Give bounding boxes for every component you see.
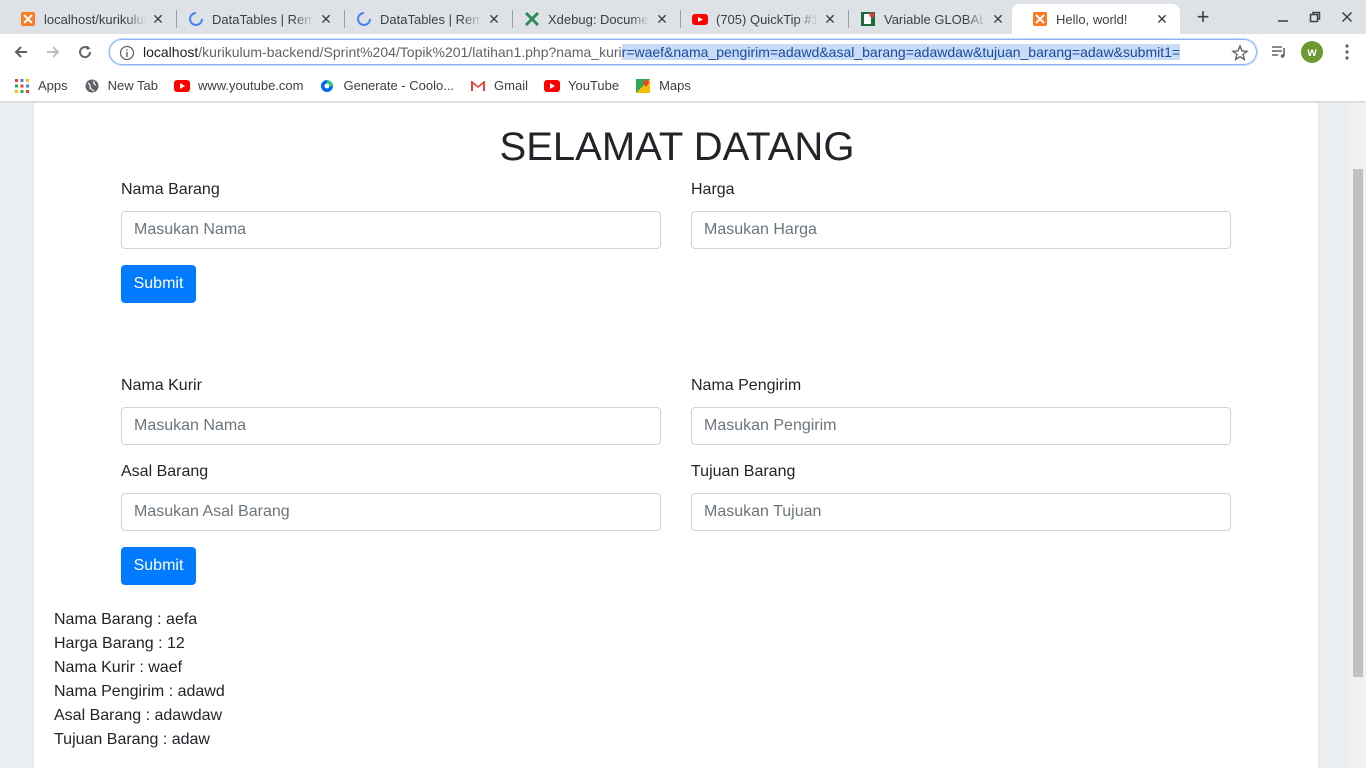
- coolors-icon: [319, 78, 335, 94]
- tab-title: Variable GLOBAL: [884, 11, 986, 27]
- tab-datatables-2[interactable]: DataTables | Remove ✕: [336, 4, 512, 34]
- apps-grid-icon: [14, 78, 30, 94]
- xdebug-icon: [524, 11, 540, 27]
- maps-icon: [635, 78, 651, 94]
- url-host: localhost: [143, 44, 199, 60]
- bookmark-label: Gmail: [494, 78, 528, 93]
- xampp-icon: [20, 11, 36, 27]
- scrollbar-thumb[interactable]: [1353, 169, 1363, 677]
- bookmark-label: YouTube: [568, 78, 620, 93]
- harga-label: Harga: [691, 181, 735, 198]
- results-output: Nama Barang : aefa Harga Barang : 12 Nam…: [54, 608, 225, 752]
- bookmark-label: New Tab: [107, 78, 158, 93]
- result-line: Asal Barang : adawdaw: [54, 707, 223, 724]
- minimize-icon[interactable]: [1268, 6, 1298, 28]
- tab-title: DataTables | Remove: [212, 11, 314, 27]
- tujuan-barang-input[interactable]: [691, 493, 1231, 531]
- tab-strip: localhost/kurikulum ✕ DataTables | Remov…: [0, 0, 1366, 34]
- nama-barang-input[interactable]: [121, 211, 661, 249]
- submit-button-1[interactable]: Submit: [121, 265, 196, 303]
- tab-variable-global[interactable]: Variable GLOBAL ✕: [840, 4, 1016, 34]
- gmail-icon: [470, 78, 486, 94]
- tab-localhost-kurikulum[interactable]: localhost/kurikulum ✕: [0, 4, 176, 34]
- bookmark-label: www.youtube.com: [197, 78, 304, 93]
- google-loading-icon: [356, 11, 372, 27]
- back-icon[interactable]: [8, 39, 34, 65]
- bookmark-label: Maps: [659, 78, 691, 93]
- tab-datatables-1[interactable]: DataTables | Remove ✕: [168, 4, 344, 34]
- url-text[interactable]: localhost/kurikulum-backend/Sprint%204/T…: [143, 44, 1181, 60]
- page-title: SELAMAT DATANG: [499, 125, 855, 169]
- tab-title: localhost/kurikulum: [44, 11, 146, 27]
- asal-barang-label: Asal Barang: [121, 463, 209, 480]
- tab-title: Xdebug: Documentation: [548, 11, 650, 27]
- close-icon[interactable]: ✕: [822, 11, 838, 27]
- new-tab-button[interactable]: +: [1190, 6, 1216, 29]
- window-close-icon[interactable]: [1332, 6, 1362, 28]
- result-line: Nama Barang : aefa: [54, 611, 198, 628]
- tujuan-barang-label: Tujuan Barang: [691, 463, 796, 480]
- bookmark-site-icon: [860, 11, 876, 27]
- tab-xdebug[interactable]: Xdebug: Documentation ✕: [504, 4, 680, 34]
- profile-avatar[interactable]: w: [1301, 41, 1323, 63]
- close-icon[interactable]: ✕: [486, 11, 502, 27]
- page-container: SELAMAT DATANG Nama Barang Harga Submit …: [33, 103, 1319, 768]
- nama-barang-label: Nama Barang: [121, 181, 220, 198]
- tab-title: (705) QuickTip #1: [716, 11, 818, 27]
- tab-quicktip[interactable]: (705) QuickTip #1 ✕: [672, 4, 848, 34]
- nama-pengirim-input[interactable]: [691, 407, 1231, 445]
- nama-kurir-label: Nama Kurir: [121, 377, 202, 394]
- harga-input[interactable]: [691, 211, 1231, 249]
- youtube-icon: [692, 11, 708, 27]
- xampp-icon: [1032, 11, 1048, 27]
- bookmarks-bar: Apps New Tab www.youtube.com Generate - …: [0, 70, 1366, 102]
- menu-icon[interactable]: [1336, 41, 1358, 63]
- result-line: Harga Barang : 12: [54, 635, 185, 652]
- bookmark-coolors[interactable]: Generate - Coolo...: [319, 78, 454, 94]
- close-icon[interactable]: ✕: [654, 11, 670, 27]
- submit-button-2[interactable]: Submit: [121, 547, 196, 585]
- info-icon[interactable]: [119, 45, 135, 61]
- url-path: /kurikulum-backend/Sprint%204/Topik%201/…: [198, 44, 622, 60]
- youtube-icon: [544, 78, 560, 94]
- page-viewport: SELAMAT DATANG Nama Barang Harga Submit …: [0, 103, 1366, 768]
- bookmark-new-tab[interactable]: New Tab: [84, 78, 158, 94]
- bookmark-youtube[interactable]: YouTube: [544, 78, 619, 94]
- star-icon[interactable]: [1231, 44, 1249, 62]
- tab-title: DataTables | Remove: [380, 11, 482, 27]
- browser-toolbar: localhost/kurikulum-backend/Sprint%204/T…: [0, 34, 1366, 70]
- tab-hello-world[interactable]: Hello, world! ✕: [1012, 4, 1180, 34]
- bookmark-apps[interactable]: Apps: [14, 78, 68, 94]
- close-icon[interactable]: ✕: [990, 11, 1006, 27]
- google-loading-icon: [188, 11, 204, 27]
- bookmark-label: Apps: [38, 78, 68, 93]
- close-icon[interactable]: ✕: [150, 11, 166, 27]
- reload-icon[interactable]: [72, 39, 98, 65]
- bookmark-maps[interactable]: Maps: [635, 78, 691, 94]
- close-icon[interactable]: ✕: [318, 11, 334, 27]
- globe-icon: [84, 78, 100, 94]
- bookmark-youtube-com[interactable]: www.youtube.com: [173, 78, 304, 94]
- bookmark-gmail[interactable]: Gmail: [470, 78, 528, 94]
- result-line: Nama Pengirim : adawd: [54, 683, 225, 700]
- close-icon[interactable]: ✕: [1154, 11, 1170, 27]
- forward-icon[interactable]: [40, 39, 66, 65]
- result-line: Nama Kurir : waef: [54, 659, 183, 676]
- restore-icon[interactable]: [1300, 6, 1330, 28]
- nama-pengirim-label: Nama Pengirim: [691, 377, 802, 394]
- nama-kurir-input[interactable]: [121, 407, 661, 445]
- asal-barang-input[interactable]: [121, 493, 661, 531]
- media-control-icon[interactable]: [1268, 41, 1290, 63]
- address-bar[interactable]: localhost/kurikulum-backend/Sprint%204/T…: [108, 38, 1258, 66]
- vertical-scrollbar[interactable]: [1350, 103, 1366, 768]
- result-line: Tujuan Barang : adaw: [54, 731, 210, 748]
- tab-title: Hello, world!: [1056, 11, 1128, 27]
- youtube-icon: [173, 78, 190, 94]
- bookmark-label: Generate - Coolo...: [343, 78, 455, 93]
- url-selected-text: r=waef&nama_pengirim=adawd&asal_barang=a…: [621, 44, 1181, 60]
